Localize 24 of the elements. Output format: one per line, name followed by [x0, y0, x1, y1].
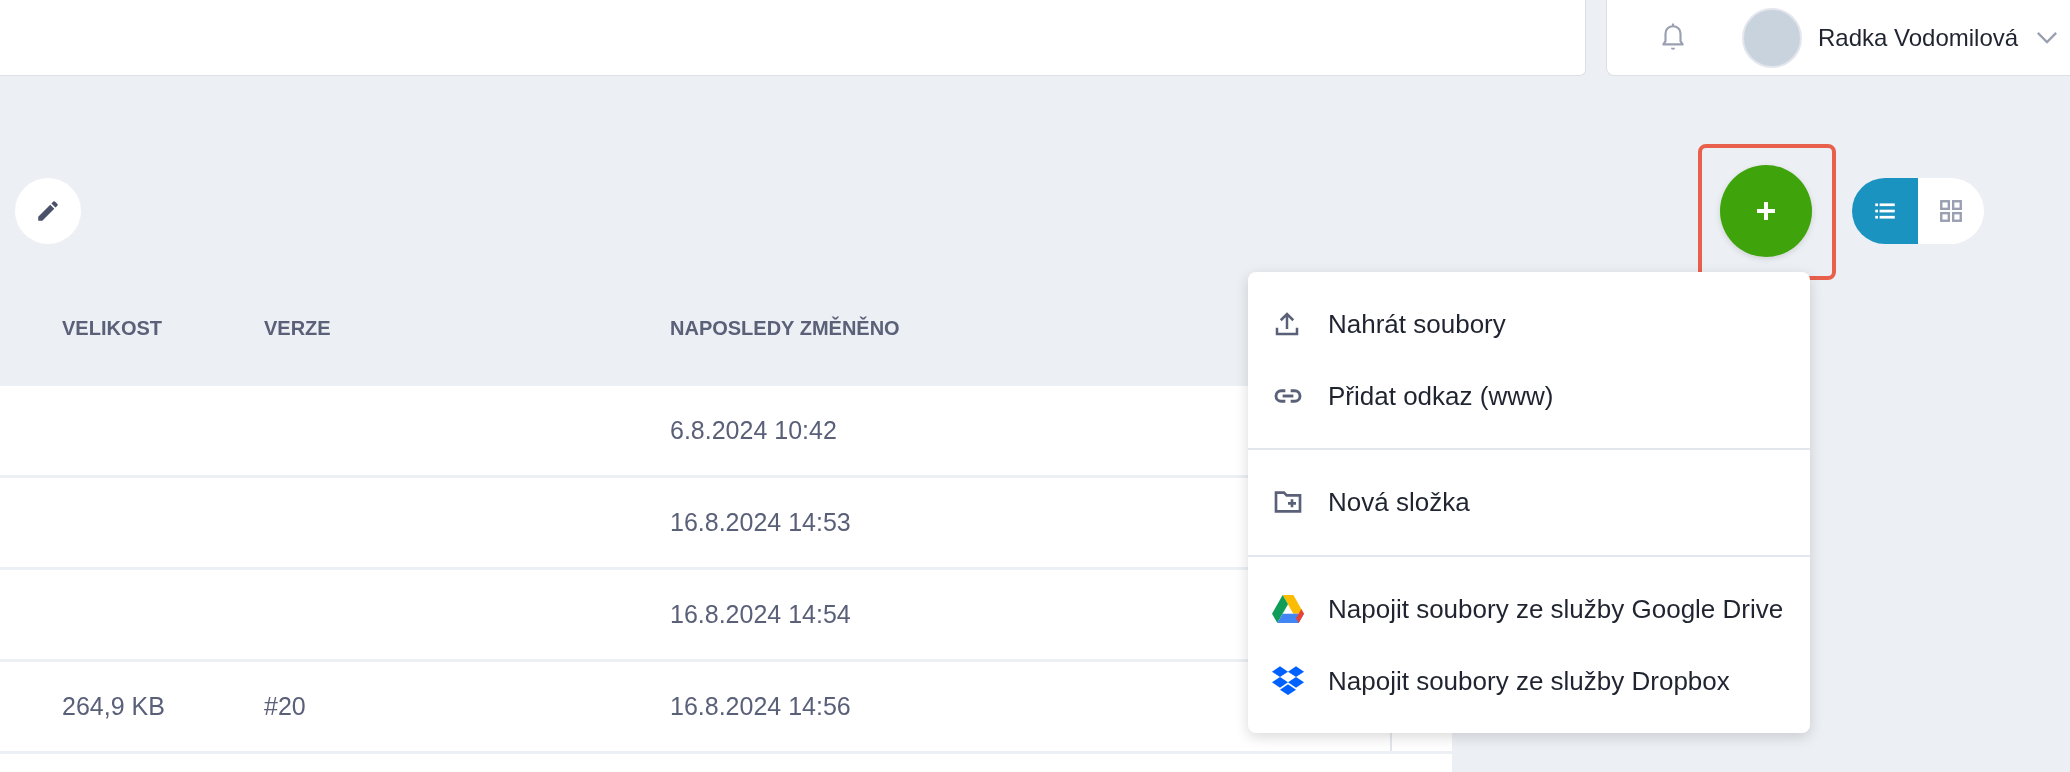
dropbox-logo-icon [1272, 666, 1304, 696]
pencil-icon [35, 198, 61, 224]
grid-view-button[interactable] [1918, 178, 1984, 244]
drive-logo-icon [1272, 595, 1304, 623]
menu-item[interactable]: Přidat odkaz (www) [1248, 360, 1810, 432]
grid-icon [1938, 198, 1964, 224]
date-cell: 16.8.2024 14:54 [670, 600, 851, 628]
date-cell: 16.8.2024 14:56 [670, 692, 851, 720]
date-cell: 16.8.2024 14:53 [670, 508, 851, 536]
menu-item[interactable]: Napojit soubory ze služby Google Drive [1248, 573, 1810, 645]
date-cell: 6.8.2024 10:42 [670, 416, 837, 444]
add-button[interactable] [1720, 165, 1812, 257]
column-header[interactable]: VERZE [264, 316, 670, 340]
menu-item[interactable]: Napojit soubory ze služby Dropbox [1248, 645, 1810, 717]
column-header[interactable]: VELIKOST [62, 316, 264, 340]
size-cell: 264,9 KB [62, 692, 165, 720]
plus-icon [1754, 199, 1778, 223]
menu-item[interactable]: Nová složka [1248, 466, 1810, 538]
version-cell: #20 [264, 692, 306, 720]
user-name[interactable]: Radka Vodomilová [1818, 23, 2019, 52]
menu-item[interactable]: Nahrát soubory [1248, 288, 1810, 360]
list-view-button[interactable] [1852, 178, 1918, 244]
chevron-icon[interactable] [2036, 31, 2059, 44]
bell-icon[interactable] [1660, 22, 1686, 53]
